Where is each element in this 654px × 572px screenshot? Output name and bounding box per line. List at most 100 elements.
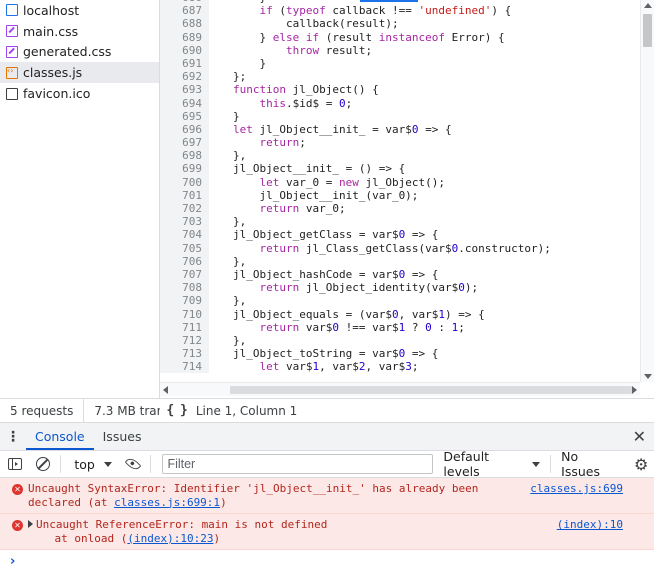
line-content[interactable]: let var$1, var$2, var$3;: [209, 360, 419, 373]
line-number[interactable]: 710: [160, 307, 209, 321]
code-line[interactable]: 714 let var$1, var$2, var$3;: [160, 360, 640, 374]
line-number[interactable]: 714: [160, 360, 209, 374]
code-editor[interactable]: 686 }687 if (typeof callback !== 'undefi…: [160, 0, 654, 398]
line-number[interactable]: 696: [160, 122, 209, 137]
scrollbar-thumb[interactable]: [230, 386, 632, 394]
line-content[interactable]: jl_Object__init_ = () => {: [209, 162, 405, 175]
line-content[interactable]: return;: [209, 136, 306, 149]
line-content[interactable]: throw result;: [209, 44, 372, 57]
more-tabs-icon[interactable]: ⋮: [0, 423, 26, 450]
code-line[interactable]: 699 jl_Object__init_ = () => {: [160, 162, 640, 176]
line-content[interactable]: },: [209, 215, 246, 228]
line-number[interactable]: 701: [160, 188, 209, 202]
code-line[interactable]: 712},: [160, 333, 640, 348]
line-number[interactable]: 713: [160, 347, 209, 361]
file-item-main-css[interactable]: main.css: [0, 21, 159, 42]
line-content[interactable]: function jl_Object() {: [209, 83, 379, 96]
code-line[interactable]: 693 function jl_Object() {: [160, 83, 640, 97]
scroll-up-icon[interactable]: [644, 3, 652, 8]
line-number[interactable]: 687: [160, 4, 209, 18]
stack-link[interactable]: classes.js:699:1: [114, 496, 220, 509]
code-line[interactable]: 695}: [160, 109, 640, 123]
live-expression-button[interactable]: [118, 451, 148, 477]
line-content[interactable]: callback(result);: [209, 17, 399, 30]
line-content[interactable]: return jl_Class_getClass(var$0.construct…: [209, 242, 551, 255]
scroll-right-icon[interactable]: [632, 386, 637, 394]
show-sidebar-button[interactable]: [0, 451, 30, 477]
code-lines[interactable]: 686 }687 if (typeof callback !== 'undefi…: [160, 0, 640, 374]
line-number[interactable]: 690: [160, 43, 209, 57]
line-number[interactable]: 693: [160, 83, 209, 97]
line-content[interactable]: },: [209, 255, 246, 268]
code-line[interactable]: 702 return var_0;: [160, 202, 640, 216]
issues-counter[interactable]: No Issues: [550, 449, 628, 479]
code-line[interactable]: 709},: [160, 294, 640, 308]
clear-console-button[interactable]: [30, 451, 58, 477]
line-number[interactable]: 698: [160, 149, 209, 163]
code-line[interactable]: 688 callback(result);: [160, 17, 640, 31]
line-content[interactable]: this.$id$ = 0;: [209, 97, 353, 110]
stack-link[interactable]: (index):10:23: [127, 532, 213, 545]
horizontal-scrollbar[interactable]: [160, 382, 640, 396]
code-line[interactable]: 697 return;: [160, 136, 640, 150]
line-content[interactable]: jl_Object__init_(var_0);: [209, 189, 418, 202]
line-number[interactable]: 706: [160, 254, 209, 268]
code-line[interactable]: 705 return jl_Class_getClass(var$0.const…: [160, 241, 640, 255]
line-number[interactable]: 695: [160, 109, 209, 123]
filter-input[interactable]: [162, 454, 434, 474]
line-content[interactable]: } else if (result instanceof Error) {: [209, 31, 504, 44]
line-content[interactable]: jl_Object_equals = (var$0, var$1) => {: [209, 308, 485, 321]
file-item-generated-css[interactable]: generated.css: [0, 42, 159, 63]
line-content[interactable]: }: [209, 57, 266, 70]
code-line[interactable]: 713 jl_Object_toString = var$0 => {: [160, 347, 640, 361]
code-line[interactable]: 711 return var$0 !== var$1 ? 0 : 1;: [160, 320, 640, 334]
line-number[interactable]: 708: [160, 281, 209, 295]
line-number[interactable]: 694: [160, 96, 209, 110]
scroll-down-icon[interactable]: [644, 374, 652, 379]
code-line[interactable]: 708 return jl_Object_identity(var$0);: [160, 281, 640, 295]
line-number[interactable]: 704: [160, 228, 209, 242]
code-line[interactable]: 691 }: [160, 56, 640, 71]
message-source-link[interactable]: (index):10: [557, 518, 623, 532]
message-source-link[interactable]: classes.js:699: [530, 482, 623, 496]
line-number[interactable]: 691: [160, 56, 209, 71]
line-number[interactable]: 705: [160, 241, 209, 255]
line-number[interactable]: 692: [160, 70, 209, 84]
scrollbar-thumb[interactable]: [643, 14, 652, 47]
tab-issues[interactable]: Issues: [94, 423, 151, 450]
line-content[interactable]: },: [209, 294, 246, 307]
line-number[interactable]: 699: [160, 162, 209, 176]
tab-console[interactable]: Console: [26, 423, 94, 450]
line-number[interactable]: 697: [160, 136, 209, 150]
code-line[interactable]: 696 let jl_Object__init_ = var$0 => {: [160, 122, 640, 137]
console-prompt[interactable]: ›: [10, 554, 15, 569]
code-line[interactable]: 694 this.$id$ = 0;: [160, 96, 640, 110]
line-number[interactable]: 689: [160, 30, 209, 44]
code-line[interactable]: 707 jl_Object_hashCode = var$0 => {: [160, 267, 640, 282]
line-content[interactable]: if (typeof callback !== 'undefined') {: [209, 4, 512, 17]
line-content[interactable]: };: [209, 70, 246, 83]
log-levels-dropdown[interactable]: Default levels: [443, 449, 541, 479]
gear-icon[interactable]: ⚙: [628, 455, 654, 474]
code-line[interactable]: 689 } else if (result instanceof Error) …: [160, 30, 640, 44]
line-content[interactable]: }: [209, 110, 240, 123]
file-item-classes-js[interactable]: classes.js: [0, 62, 159, 84]
line-content[interactable]: let jl_Object__init_ = var$0 => {: [209, 123, 452, 136]
line-content[interactable]: let var_0 = new jl_Object();: [209, 176, 445, 189]
line-number[interactable]: 688: [160, 17, 209, 31]
line-number[interactable]: 712: [160, 333, 209, 348]
code-line[interactable]: 687 if (typeof callback !== 'undefined')…: [160, 4, 640, 18]
line-number[interactable]: 700: [160, 175, 209, 189]
code-line[interactable]: 700 let var_0 = new jl_Object();: [160, 175, 640, 189]
line-content[interactable]: jl_Object_toString = var$0 => {: [209, 347, 438, 360]
pretty-print-icon[interactable]: { }: [166, 403, 188, 418]
file-item-favicon[interactable]: favicon.ico: [0, 83, 159, 104]
line-content[interactable]: jl_Object_getClass = var$0 => {: [209, 228, 438, 241]
scroll-left-icon[interactable]: [163, 386, 168, 394]
code-line[interactable]: 701 jl_Object__init_(var_0);: [160, 188, 640, 202]
line-content[interactable]: },: [209, 334, 246, 347]
line-number[interactable]: 707: [160, 267, 209, 282]
line-content[interactable]: },: [209, 149, 246, 162]
code-line[interactable]: 698},: [160, 149, 640, 163]
line-number[interactable]: 703: [160, 215, 209, 229]
